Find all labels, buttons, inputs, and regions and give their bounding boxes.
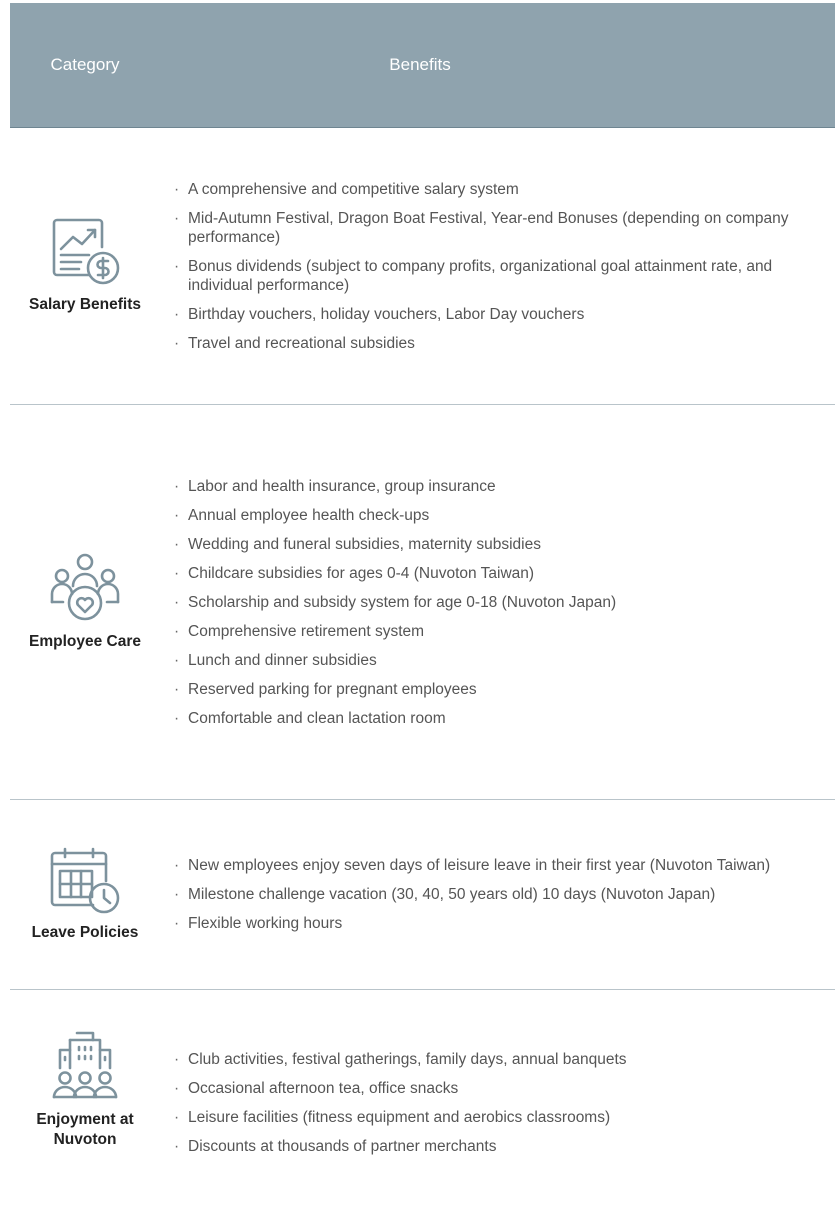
salary-chart-dollar-icon: [49, 217, 121, 287]
list-item: Discounts at thousands of partner mercha…: [174, 1137, 835, 1156]
people-heart-icon: [49, 552, 121, 624]
benefits-list: Club activities, festival gatherings, fa…: [160, 1050, 835, 1156]
list-item: Leisure facilities (fitness equipment an…: [174, 1108, 835, 1127]
category-label: Employee Care: [29, 633, 141, 650]
list-item: A comprehensive and competitive salary s…: [174, 180, 835, 199]
category-cell: Employee Care: [10, 405, 160, 799]
benefits-list: New employees enjoy seven days of leisur…: [160, 856, 835, 933]
category-cell: Leave Policies: [10, 800, 160, 989]
category-label: Enjoyment at Nuvoton: [25, 1110, 145, 1150]
table-row-leave-policies: Leave Policies New employees enjoy seven…: [10, 800, 835, 990]
category-label: Leave Policies: [31, 923, 139, 941]
list-item: Lunch and dinner subsidies: [174, 651, 835, 670]
list-item: New employees enjoy seven days of leisur…: [174, 856, 835, 875]
benefits-cell: Labor and health insurance, group insura…: [160, 405, 835, 799]
category-label-text: Enjoyment at Nuvoton: [36, 1111, 134, 1148]
category-cell: Enjoyment at Nuvoton: [10, 990, 160, 1207]
benefits-table: Category Benefits Salary Benefits · A co…: [10, 3, 835, 1207]
list-item: Annual employee health check-ups: [174, 506, 835, 525]
building-people-icon: [49, 1030, 121, 1102]
table-row-salary-benefits: Salary Benefits A comprehensive and comp…: [10, 128, 835, 405]
table-row-enjoyment: Enjoyment at Nuvoton Club activities, fe…: [10, 990, 835, 1207]
header-benefits: Benefits: [389, 55, 451, 74]
list-item: Scholarship and subsidy system for age 0…: [174, 593, 835, 612]
list-item: Wedding and funeral subsidies, maternity…: [174, 535, 835, 554]
list-item: Mid-Autumn Festival, Dragon Boat Festiva…: [174, 209, 835, 247]
list-item: Childcare subsidies for ages 0-4 (Nuvoto…: [174, 564, 835, 583]
list-item: Birthday vouchers, holiday vouchers, Lab…: [174, 305, 835, 324]
calendar-clock-icon: [49, 847, 121, 915]
header-category: Category: [50, 55, 120, 74]
category-cell: Salary Benefits: [10, 128, 160, 404]
list-item: Comfortable and clean lactation room: [174, 709, 835, 728]
benefits-cell: New employees enjoy seven days of leisur…: [160, 800, 835, 989]
category-label: Salary Benefits: [29, 296, 141, 313]
list-item: Flexible working hours: [174, 914, 835, 933]
benefits-list: Labor and health insurance, group insura…: [160, 477, 835, 728]
list-item: Club activities, festival gatherings, fa…: [174, 1050, 835, 1069]
list-item: Reserved parking for pregnant employees: [174, 680, 835, 699]
list-item: Comprehensive retirement system: [174, 622, 835, 641]
benefits-list: A comprehensive and competitive salary s…: [160, 180, 835, 353]
table-row-employee-care: Employee Care Labor and health insurance…: [10, 405, 835, 800]
list-item: Labor and health insurance, group insura…: [174, 477, 835, 496]
benefits-cell: A comprehensive and competitive salary s…: [160, 128, 835, 404]
list-item: Occasional afternoon tea, office snacks: [174, 1079, 835, 1098]
list-item: Milestone challenge vacation (30, 40, 50…: [174, 885, 835, 904]
table-header: Category Benefits: [10, 3, 835, 128]
list-item: Bonus dividends (subject to company prof…: [174, 257, 835, 295]
list-item: Travel and recreational subsidies: [174, 334, 835, 353]
benefits-cell: Club activities, festival gatherings, fa…: [160, 990, 835, 1207]
